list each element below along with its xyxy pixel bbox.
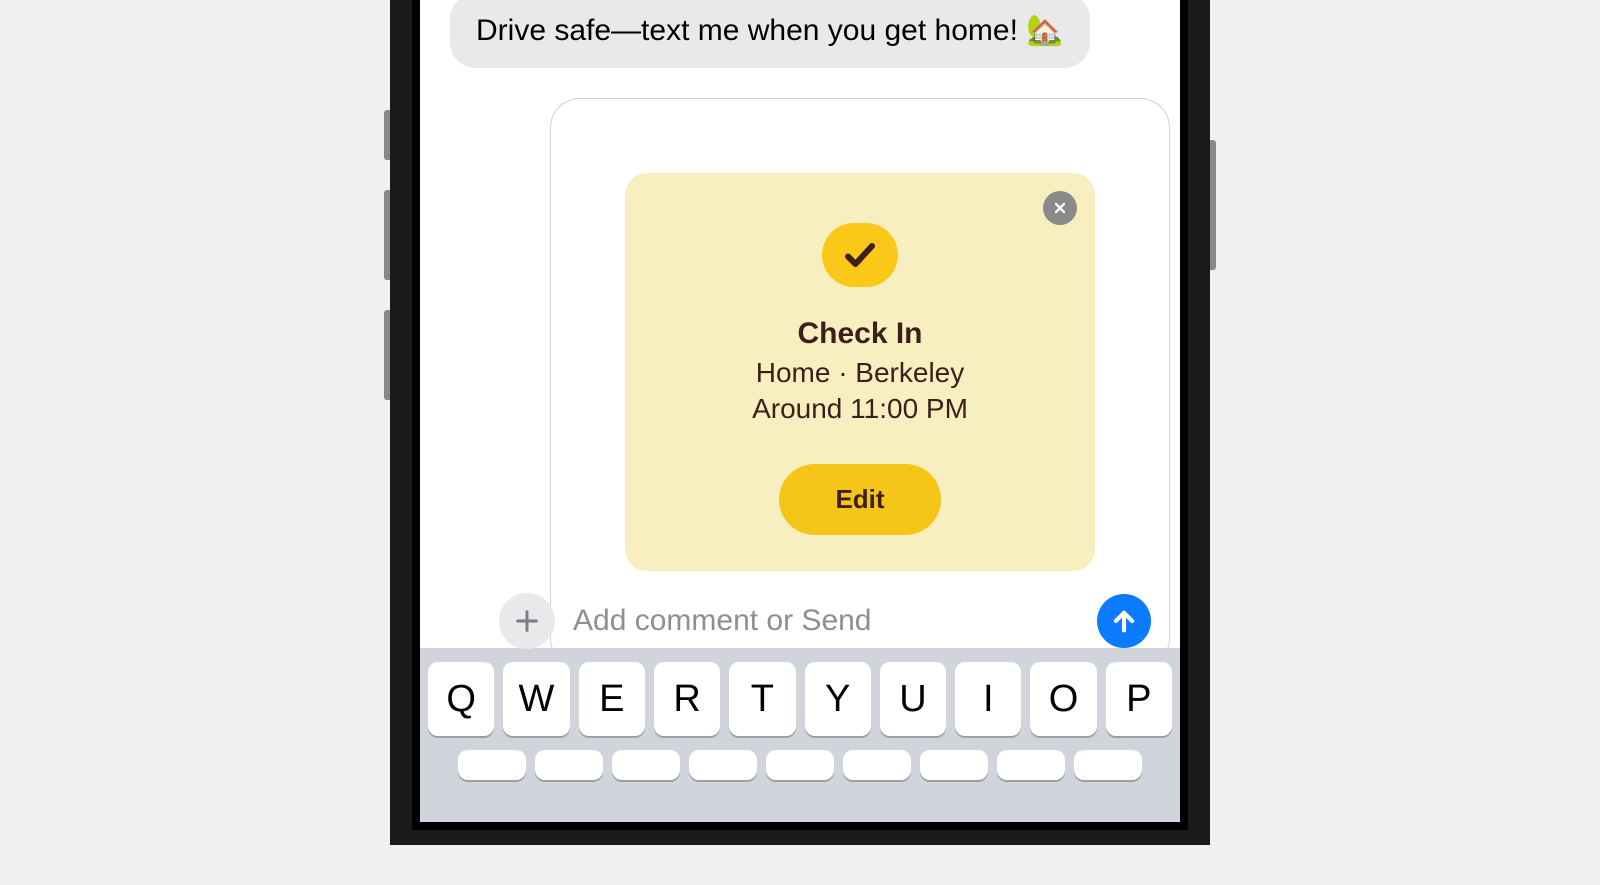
power-button [1210,140,1216,270]
send-button[interactable] [1097,594,1151,648]
edit-button[interactable]: Edit [779,464,940,535]
plus-icon [513,607,541,635]
received-message-text: Drive safe—text me when you get home! 🏡 [476,11,1064,50]
close-button[interactable] [1043,191,1077,225]
key-partial[interactable] [920,750,988,780]
key-partial[interactable] [1074,750,1142,780]
key-partial[interactable] [612,750,680,780]
keyboard: Q W E R T Y U I O P [420,648,1180,822]
key-u[interactable]: U [880,662,946,736]
key-i[interactable]: I [955,662,1021,736]
phone-frame: Drive safe—text me when you get home! 🏡 [390,0,1210,845]
messages-area: Drive safe—text me when you get home! 🏡 [420,0,1180,648]
screen: Drive safe—text me when you get home! 🏡 [420,0,1180,822]
key-partial[interactable] [535,750,603,780]
phone-inner-bezel: Drive safe—text me when you get home! 🏡 [412,0,1188,830]
attachment-button[interactable] [499,593,555,649]
key-partial[interactable] [997,750,1065,780]
key-q[interactable]: Q [428,662,494,736]
key-o[interactable]: O [1030,662,1096,736]
checkin-card: Check In Home · Berkeley Around 11:00 PM… [625,173,1095,571]
arrow-up-icon [1110,607,1138,635]
checkin-title: Check In [655,317,1065,351]
received-message-bubble[interactable]: Drive safe—text me when you get home! 🏡 [450,0,1090,68]
checkin-message-container: Check In Home · Berkeley Around 11:00 PM… [550,98,1170,668]
phone-bezel: Drive safe—text me when you get home! 🏡 [390,0,1210,845]
checkmark-icon [842,237,878,273]
key-t[interactable]: T [729,662,795,736]
checkmark-badge [822,223,898,287]
key-partial[interactable] [843,750,911,780]
keyboard-row-1: Q W E R T Y U I O P [428,662,1172,736]
keyboard-row-2 [428,750,1172,780]
key-w[interactable]: W [503,662,569,736]
key-partial[interactable] [689,750,757,780]
key-r[interactable]: R [654,662,720,736]
checkin-location: Home · Berkeley [655,355,1065,391]
comment-input[interactable]: Add comment or Send [569,596,1083,646]
key-p[interactable]: P [1106,662,1172,736]
key-e[interactable]: E [579,662,645,736]
close-icon [1052,200,1068,216]
key-partial[interactable] [458,750,526,780]
key-partial[interactable] [766,750,834,780]
input-row: Add comment or Send [565,583,1155,653]
checkin-time: Around 11:00 PM [655,391,1065,427]
key-y[interactable]: Y [805,662,871,736]
